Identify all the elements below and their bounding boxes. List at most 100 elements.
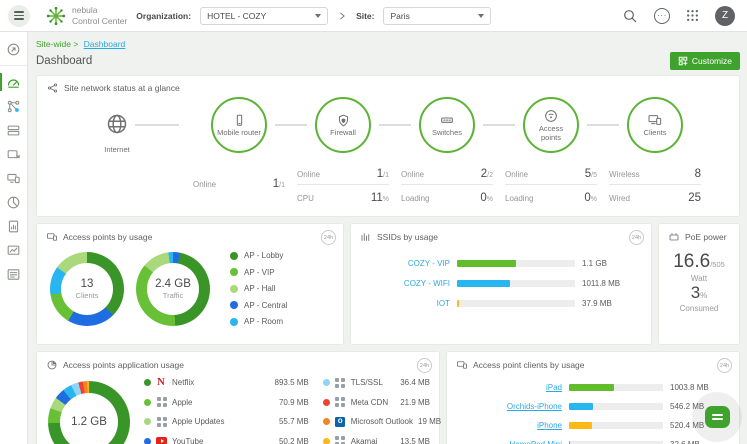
site-label: Site: [356, 11, 374, 21]
time-range-badge[interactable]: 24h [321, 230, 336, 245]
node-switches[interactable]: Switches Online 2/2 Loading 0% [395, 97, 499, 208]
sidebar-item-monitor[interactable] [0, 238, 27, 262]
poe-consumed-label: Consumed [680, 304, 719, 313]
donut-label: Clients [76, 291, 99, 300]
app-legend-item[interactable]: Apple Updates 55.7 MB [144, 416, 309, 427]
access-points-card-icon [46, 231, 58, 243]
client-link[interactable]: HomePod Mini [460, 440, 562, 444]
sidebar-item-reports-pie[interactable] [0, 190, 27, 214]
client-link[interactable]: iPad [460, 383, 562, 392]
time-range-badge[interactable]: 24h [629, 230, 644, 245]
bar-value: 37.9 MB [582, 299, 638, 308]
customize-grid-icon [678, 56, 688, 66]
legend-item[interactable]: AP - Central [230, 301, 287, 310]
time-range-badge[interactable]: 24h [417, 358, 432, 373]
app-legend-item[interactable]: Netflix 893.5 MB [144, 377, 309, 388]
switch-icon [439, 112, 455, 128]
legend-label: AP - Central [244, 301, 287, 310]
main-content: Site-wide > Dashboard Dashboard Customiz… [28, 32, 747, 444]
bar-fill [457, 280, 510, 287]
node-label: Switches [432, 129, 462, 138]
app-legend-item[interactable]: Apple 70.9 MB [144, 397, 309, 408]
app-legend-item[interactable]: Meta CDN 21.9 MB [323, 397, 430, 408]
app-name: Microsoft Outlook [351, 417, 413, 426]
network-status-icon [47, 82, 59, 94]
caret-down-icon [315, 14, 321, 18]
sidebar-item-devices[interactable] [0, 118, 27, 142]
ssids-card-icon [360, 231, 372, 243]
bar-track [457, 300, 575, 307]
stat-label: Wired [609, 194, 630, 203]
legend-color-dot [144, 418, 151, 425]
app-legend-item[interactable]: Akamai 13.5 MB [323, 436, 430, 444]
legend-label: AP - VIP [244, 268, 275, 277]
app-legend-item[interactable]: YouTube 50.2 MB [144, 436, 309, 444]
app-value: 70.9 MB [279, 398, 309, 407]
sidebar-item-clients[interactable] [0, 166, 27, 190]
node-mobile-router[interactable]: Mobile router Online 1/1 [187, 97, 291, 208]
bar-track [569, 384, 663, 391]
clients-stats: Wireless 8 Wired 25 [609, 161, 701, 208]
card-title: Access point clients by usage [473, 360, 585, 370]
legend-item[interactable]: AP - Room [230, 317, 287, 326]
customize-button[interactable]: Customize [670, 52, 740, 70]
stat-label: Loading [505, 194, 533, 203]
bar-track [569, 422, 663, 429]
site-select[interactable]: Paris [383, 7, 491, 25]
compass-icon [6, 42, 21, 57]
client-link[interactable]: Orchids-iPhone [460, 402, 562, 411]
legend-color-dot [230, 268, 238, 276]
node-clients[interactable]: Clients Wireless 8 Wired 25 [603, 97, 707, 208]
time-range-badge[interactable]: 24h [717, 358, 732, 373]
legend-item[interactable]: AP - VIP [230, 268, 287, 277]
app-legend-item[interactable]: Microsoft Outlook 19 MB [323, 416, 430, 427]
poe-power-icon [668, 231, 680, 243]
clients-donut-chart[interactable]: 13 Clients [50, 252, 124, 326]
sidebar-item-compass[interactable] [0, 37, 27, 61]
ssid-link[interactable]: COZY - WIFI [364, 279, 450, 288]
apps-grid-icon[interactable] [686, 9, 699, 22]
search-icon[interactable] [622, 8, 638, 24]
app-legend-item[interactable]: TLS/SSL 36.4 MB [323, 377, 430, 388]
legend-item[interactable]: AP - Lobby [230, 251, 287, 260]
card-title: Access points by usage [63, 232, 152, 242]
bar-fill [569, 384, 614, 391]
node-firewall[interactable]: Firewall Online 1/1 CPU 11% [291, 97, 395, 208]
app-logo-icon [335, 397, 346, 408]
help-icon[interactable]: ··· [654, 8, 670, 24]
app-legend-right: TLS/SSL 36.4 MB Meta CDN 21.9 MB Microso… [323, 377, 430, 444]
hamburger-menu-icon[interactable] [8, 5, 30, 27]
legend-item[interactable]: AP - Hall [230, 284, 287, 293]
sidebar-item-logs[interactable] [0, 262, 27, 286]
topology-icon [6, 99, 21, 114]
organization-select[interactable]: HOTEL - COZY [200, 7, 328, 25]
user-avatar[interactable]: Z [715, 6, 735, 26]
ssid-link[interactable]: IOT [364, 299, 450, 308]
ssid-link[interactable]: COZY - VIP [364, 259, 450, 268]
ssids-by-usage-card: SSIDs by usage 24h COZY - VIP 1.1 GB COZ… [350, 223, 652, 345]
sidebar-item-topology[interactable] [0, 94, 27, 118]
stat-value: 11 [371, 192, 383, 204]
app-name: Akamai [351, 437, 395, 444]
app-value: 50.2 MB [279, 437, 309, 444]
ssid-bar-row: IOT 37.9 MB [364, 299, 638, 308]
breadcrumb-site-wide[interactable]: Site-wide > [36, 39, 78, 49]
legend-color-dot [144, 379, 151, 386]
client-link[interactable]: iPhone [460, 421, 562, 430]
node-label: Firewall [330, 129, 356, 138]
traffic-donut-chart[interactable]: 2.4 GB Traffic [136, 252, 210, 326]
breadcrumb-dashboard-link[interactable]: Dashboard [84, 39, 126, 49]
sidebar-item-map[interactable] [0, 142, 27, 166]
app-name: Meta CDN [351, 398, 395, 407]
sidebar-item-dashboard[interactable] [0, 70, 27, 94]
app-name: Apple Updates [172, 417, 274, 426]
clients-usage-icon [456, 359, 468, 371]
firewall-stats: Online 1/1 CPU 11% [297, 161, 389, 208]
node-access-points[interactable]: Access points Online 5/5 Loading 0% [499, 97, 603, 208]
app-logo-icon [335, 377, 346, 388]
sidebar-item-report[interactable] [0, 214, 27, 238]
stat-label: Online [193, 180, 216, 189]
live-chat-button[interactable] [692, 392, 742, 442]
application-donut-chart[interactable]: 1.2 GB [48, 381, 130, 444]
nebula-brand[interactable]: nebula Control Center [45, 5, 127, 27]
